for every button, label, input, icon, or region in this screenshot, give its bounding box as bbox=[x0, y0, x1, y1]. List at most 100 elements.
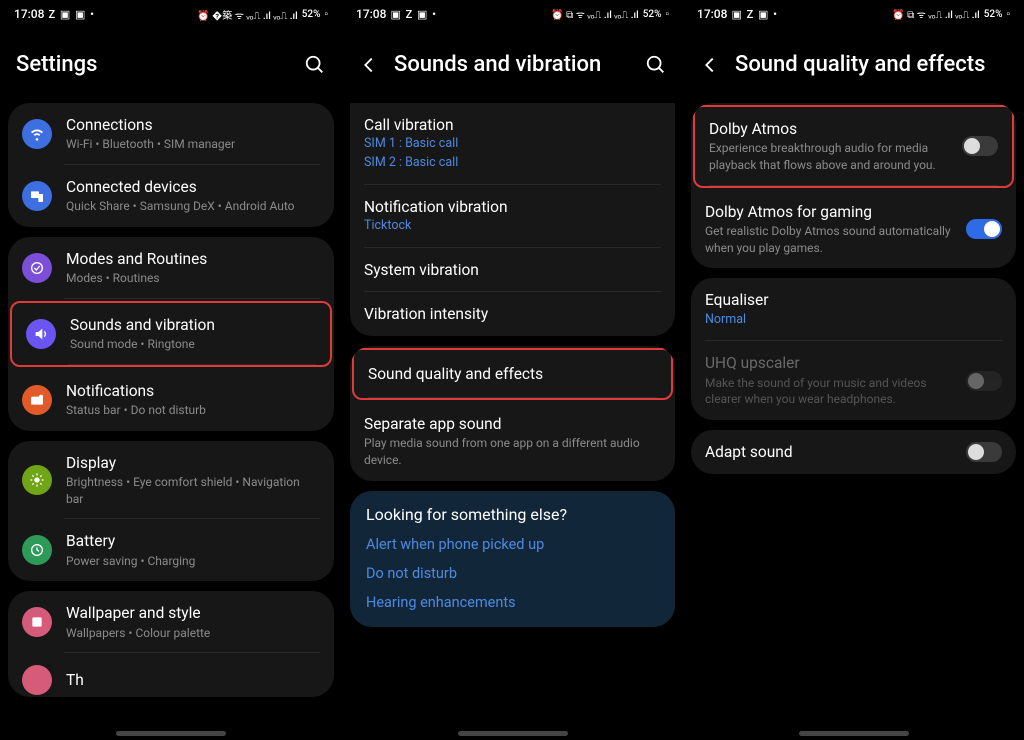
sidebar-item-wallpaper[interactable]: Wallpaper and style Wallpapers • Colour … bbox=[8, 591, 334, 653]
sidebar-item-notifications[interactable]: Notifications Status bar • Do not distur… bbox=[8, 369, 334, 431]
dolby-group: Dolby Atmos Experience breakthrough audi… bbox=[691, 103, 1016, 268]
page-title: Sounds and vibration bbox=[394, 52, 645, 77]
sound-icon bbox=[26, 319, 56, 349]
row-link: Ticktock bbox=[364, 217, 661, 236]
bell-icon bbox=[22, 385, 52, 415]
setting-dolby-atmos[interactable]: Dolby Atmos Experience breakthrough audi… bbox=[693, 105, 1014, 188]
suggestion-link[interactable]: Do not disturb bbox=[350, 559, 675, 588]
row-title: Notifications bbox=[66, 381, 320, 401]
row-link: SIM 1 : Basic call bbox=[364, 135, 661, 154]
toggle-dolby-atmos[interactable] bbox=[962, 136, 998, 156]
status-indicators: ⏰ ⧉ ᯤ ᵥₒ⎍ .ıl ᵥₒ⎍ .ıl bbox=[551, 7, 639, 21]
screen-sounds-vibration: 17:08 ▣ Z ▣ • ⏰ ⧉ ᯤ ᵥₒ⎍ .ıl ᵥₒ⎍ .ıl 52% … bbox=[342, 0, 683, 740]
row-title: Connected devices bbox=[66, 177, 320, 197]
setting-adapt-sound[interactable]: Adapt sound bbox=[691, 430, 1016, 474]
toggle-dolby-gaming[interactable] bbox=[966, 219, 1002, 239]
toggle-adapt-sound[interactable] bbox=[966, 442, 1002, 462]
setting-uhq-upscaler: UHQ upscaler Make the sound of your musi… bbox=[691, 341, 1016, 420]
row-title: Adapt sound bbox=[705, 442, 952, 462]
sidebar-item-battery[interactable]: Battery Power saving • Charging bbox=[8, 519, 334, 581]
row-title: Equaliser bbox=[705, 290, 1002, 310]
theme-icon bbox=[22, 665, 52, 695]
modes-icon bbox=[22, 253, 52, 283]
nav-bar-handle[interactable] bbox=[458, 731, 568, 736]
row-title: Battery bbox=[66, 531, 320, 551]
page-title: Settings bbox=[16, 52, 304, 77]
status-bar: 17:08 ▣ Z ▣ • ⏰ ⧉ ᯤ ᵥₒ⎍ .ıl ᵥₒ⎍ .ıl 52% … bbox=[348, 0, 677, 28]
page-title: Sound quality and effects bbox=[735, 52, 1008, 77]
search-icon[interactable] bbox=[304, 54, 326, 76]
row-title: Notification vibration bbox=[364, 197, 661, 217]
row-title: Vibration intensity bbox=[364, 304, 661, 324]
adapt-group: Adapt sound bbox=[691, 430, 1016, 474]
row-title: Sounds and vibration bbox=[70, 315, 316, 335]
setting-dolby-gaming[interactable]: Dolby Atmos for gaming Get realistic Dol… bbox=[691, 190, 1016, 269]
wallpaper-icon bbox=[22, 607, 52, 637]
battery-icon bbox=[22, 535, 52, 565]
row-sub: Wi-Fi • Bluetooth • SIM manager bbox=[66, 136, 320, 153]
row-title: UHQ upscaler bbox=[705, 353, 952, 373]
row-link: Normal bbox=[705, 311, 1002, 330]
setting-separate-app-sound[interactable]: Separate app sound Play media sound from… bbox=[350, 402, 675, 481]
row-title: Separate app sound bbox=[364, 414, 661, 434]
wifi-icon bbox=[22, 119, 52, 149]
row-sub: Get realistic Dolby Atmos sound automati… bbox=[705, 223, 952, 257]
screen-sound-quality-effects: 17:08 ▣ Z ▣ • ⏰ ⧉ ᯤ ᵥₒ⎍ .ıl ᵥₒ⎍ .ıl 52% … bbox=[683, 0, 1024, 740]
nav-bar-handle[interactable] bbox=[116, 731, 226, 736]
status-indicators: ⏰ ⧉ ᯤ ᵥₒ⎍ .ıl ᵥₒ⎍ .ıl bbox=[892, 7, 980, 21]
suggestion-link[interactable]: Alert when phone picked up bbox=[350, 530, 675, 559]
status-battery: 52% bbox=[643, 9, 662, 20]
row-link: SIM 2 : Basic call bbox=[364, 154, 661, 173]
suggestions-title: Looking for something else? bbox=[350, 491, 675, 530]
vibration-group: Call vibration SIM 1 : Basic call SIM 2 … bbox=[350, 103, 675, 336]
settings-group-2: Modes and Routines Modes • Routines Soun… bbox=[8, 237, 334, 431]
back-button[interactable] bbox=[699, 54, 721, 76]
status-bar: 17:08 ▣ Z ▣ • ⏰ ⧉ ᯤ ᵥₒ⎍ .ıl ᵥₒ⎍ .ıl 52% … bbox=[689, 0, 1018, 28]
setting-notification-vibration[interactable]: Notification vibration Ticktock bbox=[350, 185, 675, 248]
status-icons: ▣ Z ▣ • bbox=[390, 8, 436, 21]
battery-icon: ▫ bbox=[324, 9, 328, 20]
equaliser-group: Equaliser Normal UHQ upscaler Make the s… bbox=[691, 278, 1016, 420]
sidebar-item-sounds[interactable]: Sounds and vibration Sound mode • Ringto… bbox=[10, 301, 332, 367]
toggle-uhq bbox=[966, 371, 1002, 391]
sidebar-item-modes[interactable]: Modes and Routines Modes • Routines bbox=[8, 237, 334, 299]
sidebar-item-themes[interactable]: Th bbox=[8, 653, 334, 697]
nav-bar-handle[interactable] bbox=[799, 731, 909, 736]
row-sub: Brightness • Eye comfort shield • Naviga… bbox=[66, 474, 320, 508]
brightness-icon bbox=[22, 465, 52, 495]
status-battery: 52% bbox=[302, 9, 321, 20]
row-title: Th bbox=[66, 670, 320, 690]
row-sub: Wallpapers • Colour palette bbox=[66, 625, 320, 642]
row-title: Dolby Atmos bbox=[709, 119, 948, 139]
status-battery: 52% bbox=[984, 9, 1003, 20]
row-sub: Power saving • Charging bbox=[66, 553, 320, 570]
settings-group-4: Wallpaper and style Wallpapers • Colour … bbox=[8, 591, 334, 697]
settings-group-1: Connections Wi-Fi • Bluetooth • SIM mana… bbox=[8, 103, 334, 227]
status-icons: ▣ Z ▣ • bbox=[731, 8, 777, 21]
status-time: 17:08 bbox=[356, 7, 386, 21]
suggestion-link[interactable]: Hearing enhancements bbox=[350, 588, 675, 627]
row-title: System vibration bbox=[364, 260, 661, 280]
setting-call-vibration[interactable]: Call vibration SIM 1 : Basic call SIM 2 … bbox=[350, 103, 675, 185]
setting-equaliser[interactable]: Equaliser Normal bbox=[691, 278, 1016, 341]
status-time: 17:08 bbox=[697, 7, 727, 21]
status-icons: Z ▣ ▣ • bbox=[48, 8, 94, 21]
back-button[interactable] bbox=[358, 54, 380, 76]
setting-vibration-intensity[interactable]: Vibration intensity bbox=[350, 292, 675, 336]
row-title: Display bbox=[66, 453, 320, 473]
sidebar-item-display[interactable]: Display Brightness • Eye comfort shield … bbox=[8, 441, 334, 520]
devices-icon bbox=[22, 181, 52, 211]
row-title: Connections bbox=[66, 115, 320, 135]
sidebar-item-connected-devices[interactable]: Connected devices Quick Share • Samsung … bbox=[8, 165, 334, 227]
row-title: Dolby Atmos for gaming bbox=[705, 202, 952, 222]
status-indicators: ⏰ �築 ᯤ ᵥₒ⎍ .ıl ᵥₒ⎍ .ıl bbox=[197, 7, 298, 22]
search-icon[interactable] bbox=[645, 54, 667, 76]
setting-sound-quality-effects[interactable]: Sound quality and effects bbox=[352, 348, 673, 400]
row-sub: Modes • Routines bbox=[66, 270, 320, 287]
sidebar-item-connections[interactable]: Connections Wi-Fi • Bluetooth • SIM mana… bbox=[8, 103, 334, 165]
battery-icon: ▫ bbox=[1006, 9, 1010, 20]
setting-system-vibration[interactable]: System vibration bbox=[350, 248, 675, 292]
sound-effects-group: Sound quality and effects Separate app s… bbox=[350, 346, 675, 481]
row-sub: Status bar • Do not disturb bbox=[66, 402, 320, 419]
row-sub: Sound mode • Ringtone bbox=[70, 336, 316, 353]
